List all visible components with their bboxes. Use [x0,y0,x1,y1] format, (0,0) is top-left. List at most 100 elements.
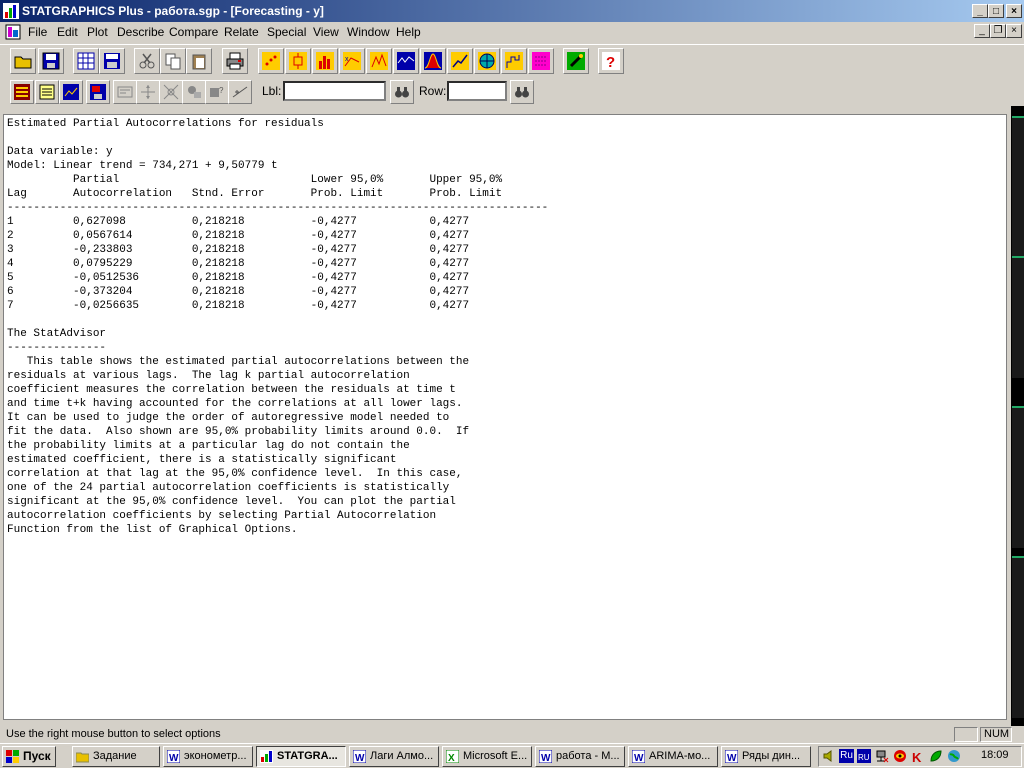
window-title: STATGRAPHICS Plus - работа.sgp - [Foreca… [22,4,324,18]
statadvisor-line: Function from the list of Graphical Opti… [7,524,298,536]
row-input[interactable] [447,81,507,101]
zoom-button[interactable] [159,80,183,104]
menu-window[interactable]: Window [347,25,390,39]
background-pane [1012,256,1024,378]
globe-tray-icon[interactable] [947,749,961,763]
barchart-icon [316,52,334,70]
speaker-icon[interactable] [822,749,836,763]
title-bar[interactable]: STATGRAPHICS Plus - работа.sgp - [Foreca… [0,0,1024,22]
save-button[interactable] [38,48,64,74]
menu-view[interactable]: View [313,25,339,39]
cut-button[interactable] [134,48,160,74]
antivirus-eye-icon[interactable] [893,749,907,763]
datasheet-button[interactable] [73,48,99,74]
statwizard-button[interactable] [563,48,589,74]
clipboard-icon [192,54,206,70]
num-lock-indicator: NUM [980,727,1012,742]
exclude-button[interactable]: ? [205,80,229,104]
xy-plot-button[interactable]: x [339,48,365,74]
menu-relate[interactable]: Relate [224,25,259,39]
task-label: эконометр... [184,750,247,762]
svg-text:W: W [169,753,179,763]
background-window-strip [1011,106,1024,726]
start-button[interactable]: Пуск [2,746,56,767]
report-title: Estimated Partial Autocorrelations for r… [7,118,324,130]
scatterplot-button[interactable] [258,48,284,74]
minimize-button[interactable]: _ [972,4,988,18]
scatterplot-icon [262,52,280,70]
taskbar-item-word-1[interactable]: W эконометр... [163,746,253,767]
row-label: Row: [419,84,447,98]
statadvisor-line: and time t+k having accounted for the co… [7,398,463,410]
background-pane [1012,116,1024,258]
menu-edit[interactable]: Edit [57,25,78,39]
menu-bar: File Edit Plot Describe Compare Relate S… [0,22,1024,42]
find-row-button[interactable] [510,80,534,104]
globe-button[interactable] [474,48,500,74]
barchart-button[interactable] [312,48,338,74]
find-label-button[interactable] [390,80,414,104]
keyboard-layout-icon[interactable]: RU [857,749,871,763]
trend-button[interactable] [447,48,473,74]
graphical-options-icon [63,84,79,100]
leaf-icon[interactable] [929,749,943,763]
taskbar-item-word-2[interactable]: W Лаги Алмо... [349,746,439,767]
taskbar-item-statgraphics[interactable]: STATGRA... [256,746,346,767]
input-dialog-button[interactable] [10,80,34,104]
analysis-report-pane[interactable]: Estimated Partial Autocorrelations for r… [3,114,1007,720]
statadvisor-line: It can be used to judge the order of aut… [7,412,450,424]
save-results-button[interactable] [86,80,110,104]
lbl-label: Lbl: [262,84,282,98]
taskbar-item-word-4[interactable]: W ARIMA-мо... [628,746,718,767]
svg-text:?: ? [219,86,224,95]
menu-file[interactable]: File [28,25,47,39]
distribution-button[interactable] [420,48,446,74]
sample-button[interactable] [528,48,554,74]
print-button[interactable] [222,48,248,74]
step-chart-button[interactable] [501,48,527,74]
taskbar-item-word-5[interactable]: W Ряды дин... [721,746,811,767]
menu-compare[interactable]: Compare [169,25,218,39]
zoom-icon [163,84,179,100]
taskbar-item-excel[interactable]: X Microsoft E... [442,746,532,767]
rotate-button[interactable] [182,80,206,104]
move-button[interactable] [136,80,160,104]
open-folder-icon [14,56,32,69]
taskbar-item-word-3[interactable]: W работа - M... [535,746,625,767]
paste-button[interactable] [186,48,212,74]
pacf-table-body: 1 0,627098 0,218218 -0,4277 0,4277 2 0,0… [7,216,469,312]
copy-button[interactable] [160,48,186,74]
tabular-options-button[interactable] [35,80,59,104]
label-input[interactable] [283,81,386,101]
help-button[interactable]: ? [598,48,624,74]
svg-text:RU: RU [858,753,870,762]
network-icon[interactable] [875,749,889,763]
table-row: 1 0,627098 0,218218 -0,4277 0,4277 [7,216,470,228]
menu-help[interactable]: Help [396,25,421,39]
statadvisor-line: the probability limits at a particular l… [7,440,410,452]
open-button[interactable] [10,48,36,74]
mdi-minimize-button[interactable]: _ [974,24,990,38]
pane-options-button[interactable] [113,80,137,104]
document-icon[interactable] [5,24,21,40]
boxplot-button[interactable] [285,48,311,74]
menu-plot[interactable]: Plot [87,25,108,39]
copy-icon [165,53,181,70]
menu-describe[interactable]: Describe [117,25,164,39]
graphical-options-button[interactable] [59,80,83,104]
density-plot-button[interactable] [366,48,392,74]
kaspersky-k-icon[interactable]: K [911,749,925,763]
time-series-button[interactable] [393,48,419,74]
language-indicator[interactable]: Ru [839,749,854,763]
table-header-1: Partial Lower 95,0% Upper 95,0% [7,174,503,186]
menu-special[interactable]: Special [267,25,306,39]
input-dialog-icon [14,84,30,100]
statgraphics-app-icon[interactable] [3,3,19,19]
taskbar-item-folder[interactable]: Задание [72,746,160,767]
calculator-button[interactable] [99,48,125,74]
mdi-close-button[interactable]: × [1006,24,1022,38]
smooth-button[interactable] [228,80,252,104]
maximize-button[interactable]: □ [988,4,1004,18]
close-button[interactable]: × [1006,4,1022,18]
mdi-restore-button[interactable]: ❐ [990,24,1006,38]
